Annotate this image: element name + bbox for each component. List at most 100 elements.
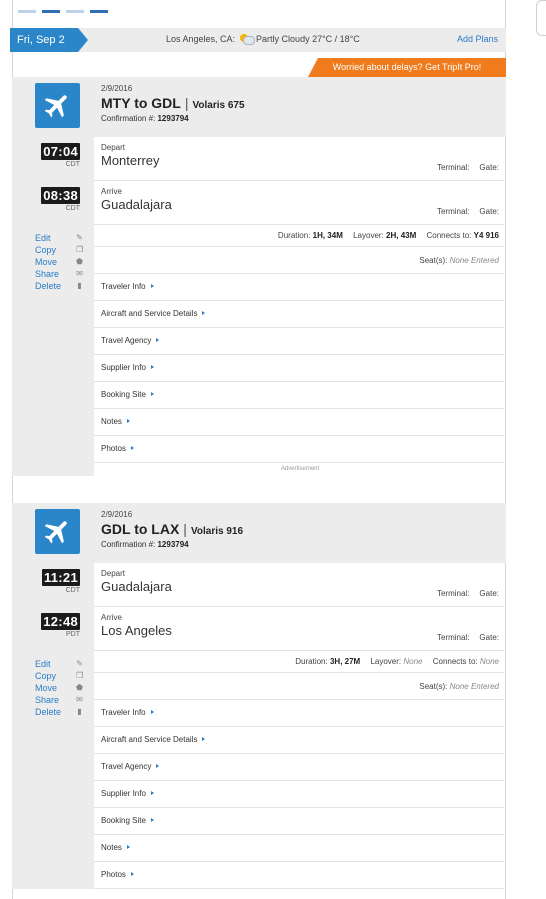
supplier-info-toggle[interactable]: Supplier Info <box>94 781 506 808</box>
expand-arrow-icon <box>126 419 130 423</box>
photos-toggle[interactable]: Photos <box>94 436 506 463</box>
segment-route: GDL to LAX | Volaris 916 <box>101 521 244 537</box>
segment-details: 2/9/2016 GDL to LAX | Volaris 916 Confirma… <box>94 503 506 889</box>
arrive-timezone: PDT <box>66 631 80 638</box>
arrive-time: 08:38 <box>41 187 80 204</box>
segment-actions: Edit ✎ Copy ❐ Move ⬟ Share ✉ Delete ▮ <box>35 232 83 292</box>
expand-arrow-icon <box>150 284 154 288</box>
day-date-badge: Fri, Sep 2 <box>10 28 88 52</box>
copy-button[interactable]: Copy ❐ <box>35 670 83 682</box>
edit-button[interactable]: Edit ✎ <box>35 232 83 244</box>
delete-button[interactable]: Delete ▮ <box>35 280 83 292</box>
depart-timezone: CDT <box>65 161 80 168</box>
seats-row: Seat(s): None Entered <box>94 247 506 274</box>
flight-segment: 11:21 CDT 12:48 PDT Edit ✎ Copy ❐ Move ⬟ Sh… <box>12 503 506 889</box>
travel-agency-toggle[interactable]: Travel Agency <box>94 328 506 355</box>
edit-button[interactable]: Edit ✎ <box>35 658 83 670</box>
arrive-label: Arrive <box>101 613 122 622</box>
depart-timezone: CDT <box>65 587 80 594</box>
terminal-gate: Terminal: Gate: <box>436 207 499 216</box>
copy-icon: ❐ <box>76 245 84 254</box>
tripit-pro-promo-banner[interactable]: Worried about delays? Get TripIt Pro! <box>308 58 506 77</box>
expand-arrow-icon <box>202 311 206 315</box>
add-plans-link[interactable]: Add Plans <box>457 34 498 44</box>
move-icon: ⬟ <box>76 683 83 692</box>
expand-arrow-icon <box>150 791 154 795</box>
supplier-info-toggle[interactable]: Supplier Info <box>94 355 506 382</box>
arrive-row: Arrive Guadalajara Terminal: Gate: <box>94 181 506 225</box>
traveler-info-toggle[interactable]: Traveler Info <box>94 274 506 301</box>
segment-route: MTY to GDL | Volaris 675 <box>101 95 245 111</box>
move-button[interactable]: Move ⬟ <box>35 256 83 268</box>
arrive-row: Arrive Los Angeles Terminal: Gate: <box>94 607 506 651</box>
arrive-timezone: CDT <box>65 205 80 212</box>
confirmation-number: Confirmation #: 1293794 <box>101 540 189 549</box>
segment-header: 2/9/2016 MTY to GDL | Volaris 675 Confirma… <box>94 77 506 137</box>
segment-date: 2/9/2016 <box>101 510 133 519</box>
envelope-icon: ✉ <box>76 269 83 278</box>
segment-header: 2/9/2016 GDL to LAX | Volaris 916 Confirma… <box>94 503 506 563</box>
weather-forecast: Partly Cloudy 27°C / 18°C <box>256 34 360 44</box>
share-button[interactable]: Share ✉ <box>35 694 83 706</box>
share-button[interactable]: Share ✉ <box>35 268 83 280</box>
carrier-flight: Volaris 916 <box>190 526 244 537</box>
top-tab-strip[interactable] <box>18 0 118 13</box>
weather-info: Los Angeles, CA: Partly Cloudy 27°C / 18°… <box>166 33 360 45</box>
expand-arrow-icon <box>150 365 154 369</box>
envelope-icon: ✉ <box>76 695 83 704</box>
trash-icon: ▮ <box>77 281 82 290</box>
delete-button[interactable]: Delete ▮ <box>35 706 83 718</box>
copy-button[interactable]: Copy ❐ <box>35 244 83 256</box>
advertisement-label: Advertisement <box>280 466 320 472</box>
depart-time-box: 07:04 CDT <box>38 143 80 169</box>
segment-sidebar: 07:04 CDT 08:38 CDT Edit ✎ Copy ❐ Move ⬟ Sh… <box>12 77 94 476</box>
pencil-icon: ✎ <box>76 659 83 668</box>
depart-row: Depart Monterrey Terminal: Gate: <box>94 137 506 181</box>
traveler-info-toggle[interactable]: Traveler Info <box>94 700 506 727</box>
depart-time-box: 11:21 CDT <box>38 569 80 595</box>
duration-row: Duration: 1H, 34M Layover: 2H, 43M Conne… <box>94 225 506 247</box>
expand-arrow-icon <box>156 764 160 768</box>
expand-arrow-icon <box>202 737 206 741</box>
expand-arrow-icon <box>130 446 134 450</box>
travel-agency-toggle[interactable]: Travel Agency <box>94 754 506 781</box>
segment-date: 2/9/2016 <box>101 84 133 93</box>
flight-segment: 07:04 CDT 08:38 CDT Edit ✎ Copy ❐ Move ⬟ Sh… <box>12 77 506 476</box>
trash-icon: ▮ <box>77 707 82 716</box>
segment-sidebar: 11:21 CDT 12:48 PDT Edit ✎ Copy ❐ Move ⬟ Sh… <box>12 503 94 889</box>
aircraft-details-toggle[interactable]: Aircraft and Service Details <box>94 727 506 754</box>
expand-arrow-icon <box>130 872 134 876</box>
duration-row: Duration: 3H, 27M Layover: None Connects… <box>94 651 506 673</box>
depart-time: 11:21 <box>41 569 80 586</box>
terminal-gate: Terminal: Gate: <box>436 163 499 172</box>
partly-cloudy-icon <box>240 33 256 45</box>
terminal-gate: Terminal: Gate: <box>436 589 499 598</box>
airplane-icon <box>35 509 80 554</box>
photos-toggle[interactable]: Photos <box>94 862 506 889</box>
segment-details: 2/9/2016 MTY to GDL | Volaris 675 Confirma… <box>94 77 506 475</box>
booking-site-toggle[interactable]: Booking Site <box>94 382 506 409</box>
weather-location: Los Angeles, CA: <box>166 34 236 44</box>
expand-arrow-icon <box>126 845 130 849</box>
segment-actions: Edit ✎ Copy ❐ Move ⬟ Share ✉ Delete ▮ <box>35 658 83 718</box>
arrive-time: 12:48 <box>41 613 80 630</box>
arrive-time-box: 08:38 CDT <box>38 187 80 213</box>
move-button[interactable]: Move ⬟ <box>35 682 83 694</box>
terminal-gate: Terminal: Gate: <box>436 633 499 642</box>
expand-arrow-icon <box>150 710 154 714</box>
side-panel-tab[interactable] <box>536 0 546 36</box>
aircraft-details-toggle[interactable]: Aircraft and Service Details <box>94 301 506 328</box>
seats-row: Seat(s): None Entered <box>94 673 506 700</box>
notes-toggle[interactable]: Notes <box>94 835 506 862</box>
copy-icon: ❐ <box>76 671 84 680</box>
airplane-icon <box>35 83 80 128</box>
expand-arrow-icon <box>150 818 154 822</box>
confirmation-number: Confirmation #: 1293794 <box>101 114 189 123</box>
expand-arrow-icon <box>150 392 154 396</box>
pencil-icon: ✎ <box>76 233 83 242</box>
move-icon: ⬟ <box>76 257 83 266</box>
carrier-flight: Volaris 675 <box>192 100 245 111</box>
expand-arrow-icon <box>156 338 160 342</box>
booking-site-toggle[interactable]: Booking Site <box>94 808 506 835</box>
notes-toggle[interactable]: Notes <box>94 409 506 436</box>
